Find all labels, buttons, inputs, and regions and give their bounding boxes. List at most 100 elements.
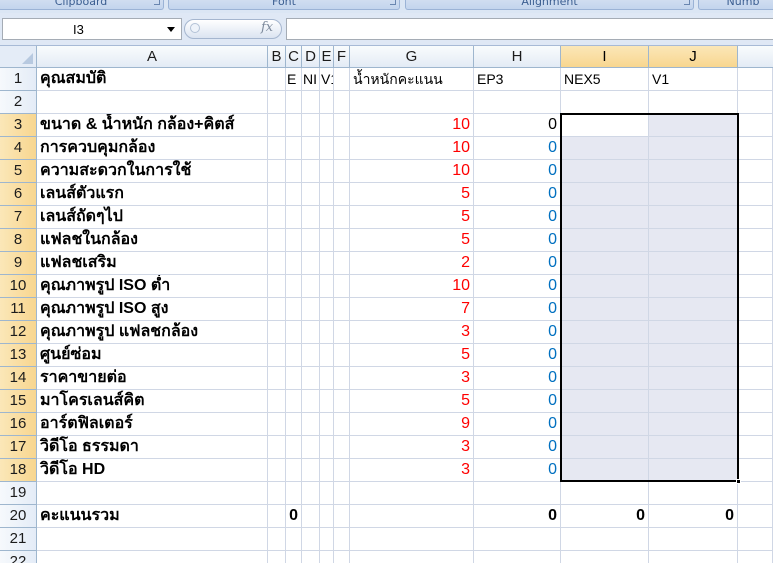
cell-d20[interactable] (302, 505, 320, 528)
cell-c11[interactable] (286, 298, 302, 321)
cell-c2[interactable] (286, 91, 302, 114)
cell-h20[interactable]: 0 (474, 505, 561, 528)
cell-b15[interactable] (268, 390, 286, 413)
row-header-11[interactable]: 11 (0, 298, 37, 321)
cell-i21[interactable] (561, 528, 649, 551)
cell-a2[interactable] (37, 91, 268, 114)
cell-i1[interactable]: NEX5 (561, 68, 649, 91)
name-box[interactable]: I3 (2, 18, 182, 40)
cell-d2[interactable] (302, 91, 320, 114)
cell-g22[interactable] (350, 551, 474, 563)
dialog-launcher-icon[interactable] (154, 0, 160, 5)
cell-c14[interactable] (286, 367, 302, 390)
cell-k19[interactable] (738, 482, 773, 505)
row-header-19[interactable]: 19 (0, 482, 37, 505)
cell-e6[interactable] (320, 183, 334, 206)
cell-d18[interactable] (302, 459, 320, 482)
cell-f6[interactable] (334, 183, 350, 206)
row-header-22[interactable]: 22 (0, 551, 37, 563)
row-header-12[interactable]: 12 (0, 321, 37, 344)
cell-f12[interactable] (334, 321, 350, 344)
cell-k14[interactable] (738, 367, 773, 390)
cell-a20[interactable]: คะแนนรวม (37, 505, 268, 528)
cell-f19[interactable] (334, 482, 350, 505)
cell-d7[interactable] (302, 206, 320, 229)
cell-j10[interactable] (649, 275, 738, 298)
cell-i9[interactable] (561, 252, 649, 275)
cell-d9[interactable] (302, 252, 320, 275)
row-header-2[interactable]: 2 (0, 91, 37, 114)
cell-f11[interactable] (334, 298, 350, 321)
cell-d1[interactable]: NI (302, 68, 320, 91)
cell-g6[interactable]: 5 (350, 183, 474, 206)
cell-d11[interactable] (302, 298, 320, 321)
cell-b2[interactable] (268, 91, 286, 114)
cell-h22[interactable] (474, 551, 561, 563)
cell-a13[interactable]: ศูนย์ซ่อม (37, 344, 268, 367)
cell-i5[interactable] (561, 160, 649, 183)
cell-b8[interactable] (268, 229, 286, 252)
cell-b1[interactable] (268, 68, 286, 91)
cell-e13[interactable] (320, 344, 334, 367)
cell-g8[interactable]: 5 (350, 229, 474, 252)
cell-b11[interactable] (268, 298, 286, 321)
dialog-launcher-icon[interactable] (684, 0, 690, 5)
cell-h18[interactable]: 0 (474, 459, 561, 482)
row-header-4[interactable]: 4 (0, 137, 37, 160)
cell-a11[interactable]: คุณภาพรูป ISO สูง (37, 298, 268, 321)
cell-k9[interactable] (738, 252, 773, 275)
cell-i11[interactable] (561, 298, 649, 321)
cell-e11[interactable] (320, 298, 334, 321)
cell-b13[interactable] (268, 344, 286, 367)
cell-b20[interactable] (268, 505, 286, 528)
row-header-17[interactable]: 17 (0, 436, 37, 459)
cell-i10[interactable] (561, 275, 649, 298)
cell-a19[interactable] (37, 482, 268, 505)
cell-b12[interactable] (268, 321, 286, 344)
formula-input[interactable] (286, 18, 773, 40)
cell-e5[interactable] (320, 160, 334, 183)
cell-g20[interactable] (350, 505, 474, 528)
cell-c4[interactable] (286, 137, 302, 160)
column-header-h[interactable]: H (474, 46, 561, 68)
cell-j18[interactable] (649, 459, 738, 482)
cell-h7[interactable]: 0 (474, 206, 561, 229)
cell-k16[interactable] (738, 413, 773, 436)
cell-k1[interactable] (738, 68, 773, 91)
row-header-3[interactable]: 3 (0, 114, 37, 137)
row-header-16[interactable]: 16 (0, 413, 37, 436)
cell-b10[interactable] (268, 275, 286, 298)
cell-b3[interactable] (268, 114, 286, 137)
cell-k2[interactable] (738, 91, 773, 114)
cell-c20[interactable]: 0 (286, 505, 302, 528)
cell-i14[interactable] (561, 367, 649, 390)
row-header-21[interactable]: 21 (0, 528, 37, 551)
cell-c19[interactable] (286, 482, 302, 505)
cell-g4[interactable]: 10 (350, 137, 474, 160)
cell-k18[interactable] (738, 459, 773, 482)
cell-a15[interactable]: มาโครเลนส์คิต (37, 390, 268, 413)
cell-g14[interactable]: 3 (350, 367, 474, 390)
cell-j2[interactable] (649, 91, 738, 114)
cell-a18[interactable]: วิดีโอ HD (37, 459, 268, 482)
cell-c10[interactable] (286, 275, 302, 298)
cell-f20[interactable] (334, 505, 350, 528)
cell-j7[interactable] (649, 206, 738, 229)
cell-d6[interactable] (302, 183, 320, 206)
cell-k22[interactable] (738, 551, 773, 563)
cell-h3[interactable]: 0 (474, 114, 561, 137)
cell-h15[interactable]: 0 (474, 390, 561, 413)
column-header-d[interactable]: D (302, 46, 320, 68)
cell-g18[interactable]: 3 (350, 459, 474, 482)
cell-a3[interactable]: ขนาด & น้ำหนัก กล้อง+คิตส์ (37, 114, 268, 137)
cell-f5[interactable] (334, 160, 350, 183)
cell-a14[interactable]: ราคาขายต่อ (37, 367, 268, 390)
cell-g10[interactable]: 10 (350, 275, 474, 298)
cell-i12[interactable] (561, 321, 649, 344)
cell-d4[interactable] (302, 137, 320, 160)
cell-i19[interactable] (561, 482, 649, 505)
cell-k17[interactable] (738, 436, 773, 459)
cell-b6[interactable] (268, 183, 286, 206)
cell-k6[interactable] (738, 183, 773, 206)
cell-f17[interactable] (334, 436, 350, 459)
